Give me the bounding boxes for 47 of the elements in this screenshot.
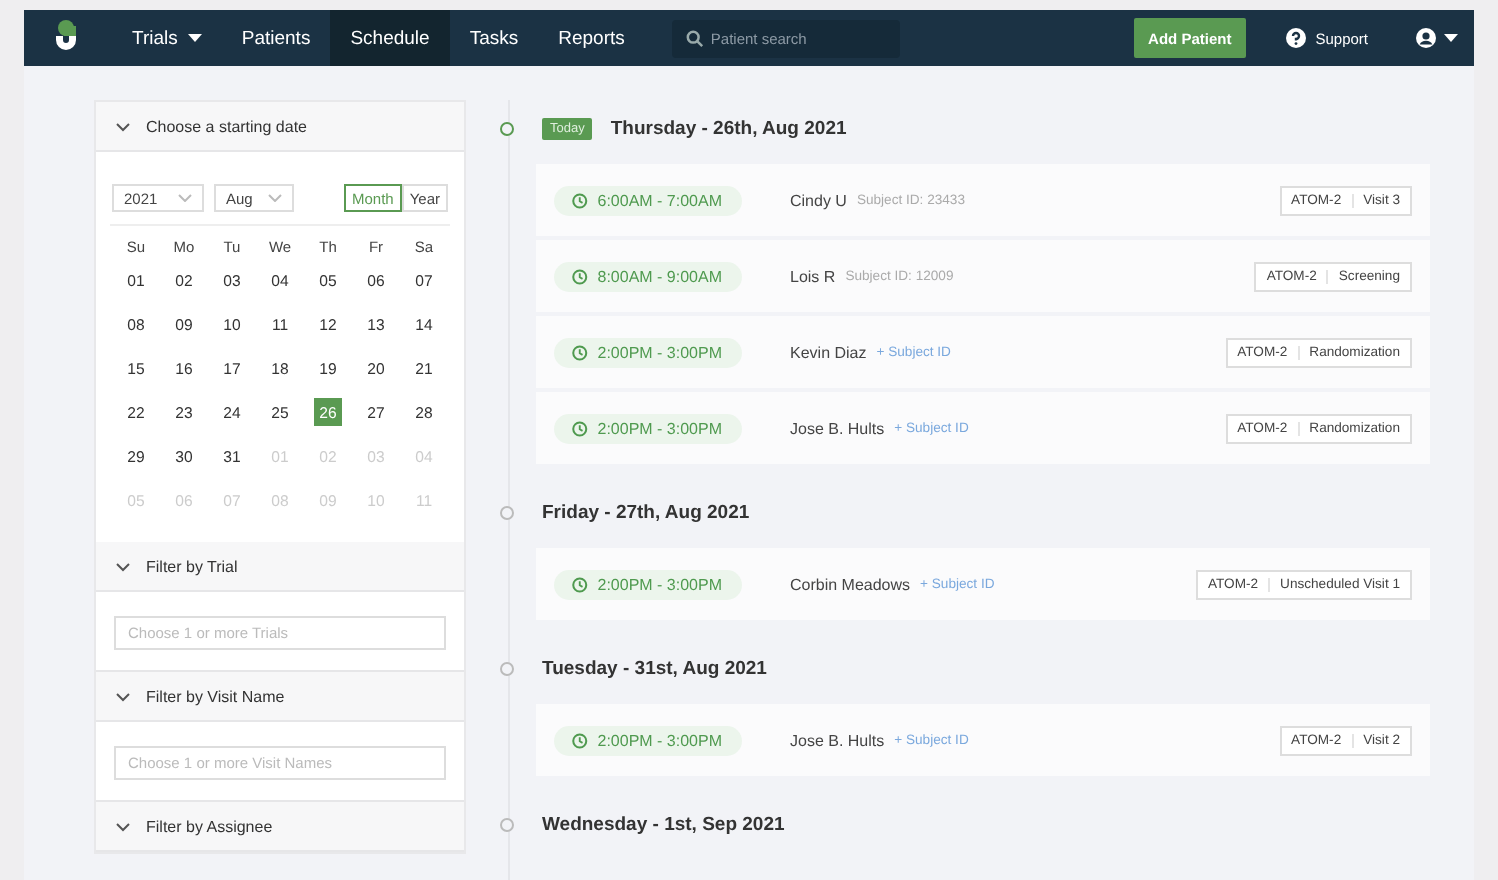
chevron-icon (116, 121, 130, 131)
chevron-icon (178, 194, 192, 202)
timeline-dot (500, 505, 514, 519)
day-heading: Thursday - 26th, Aug 2021 (610, 117, 847, 139)
caret-icon (1444, 34, 1458, 42)
patient-name: Kevin Diaz (790, 343, 867, 361)
chevron-icon (116, 821, 130, 831)
nav-tab[interactable]: Patients (221, 10, 331, 66)
clock-icon (572, 731, 588, 749)
clock-icon (572, 575, 588, 593)
day-heading: Friday - 27th, Aug 2021 (542, 501, 750, 523)
time-pill: 2:00PM - 3:00PM (554, 725, 742, 755)
clock-icon (572, 343, 588, 361)
user-menu-button[interactable] (1416, 28, 1458, 48)
time-pill: 2:00PM - 3:00PM (554, 569, 742, 599)
section-header[interactable]: Filter by Visit Name (96, 672, 464, 722)
nav-tab[interactable]: Tasks (449, 10, 539, 66)
patient-name: Cindy U (790, 191, 847, 209)
chevron-icon (116, 691, 130, 701)
nav-tab[interactable]: Schedule (330, 10, 450, 66)
patient-name: Jose B. Hults (790, 731, 885, 749)
search-icon (686, 29, 705, 47)
clock-icon (572, 267, 588, 285)
clock-icon (572, 191, 588, 209)
nav-tab[interactable]: Trials (112, 10, 222, 66)
caret-icon (187, 34, 202, 42)
timeline-dot (500, 661, 514, 675)
patient-name: Lois R (790, 267, 836, 285)
help-icon (1285, 28, 1306, 48)
day-heading: Wednesday - 1st, Sep 2021 (542, 813, 785, 835)
time-pill: 6:00AM - 7:00AM (554, 185, 742, 215)
time-pill: 2:00PM - 3:00PM (554, 337, 742, 367)
section-header[interactable]: Filter by Trial (96, 542, 464, 592)
chevron-icon (116, 561, 130, 571)
section-header[interactable]: Choose a starting date (96, 102, 464, 152)
time-pill: 8:00AM - 9:00AM (554, 261, 742, 291)
chevron-icon (268, 194, 283, 202)
day-heading: Tuesday - 31st, Aug 2021 (542, 657, 767, 679)
timeline-dot (500, 121, 514, 135)
patient-name: Corbin Meadows (790, 575, 911, 593)
time-pill: 2:00PM - 3:00PM (554, 413, 742, 443)
user-icon (1416, 28, 1436, 48)
section-header[interactable]: Filter by Assignee (96, 802, 464, 852)
patient-name: Jose B. Hults (790, 419, 885, 437)
clock-icon (572, 419, 588, 437)
timeline-dot (500, 817, 514, 831)
nav-tab[interactable]: Reports (538, 10, 645, 66)
